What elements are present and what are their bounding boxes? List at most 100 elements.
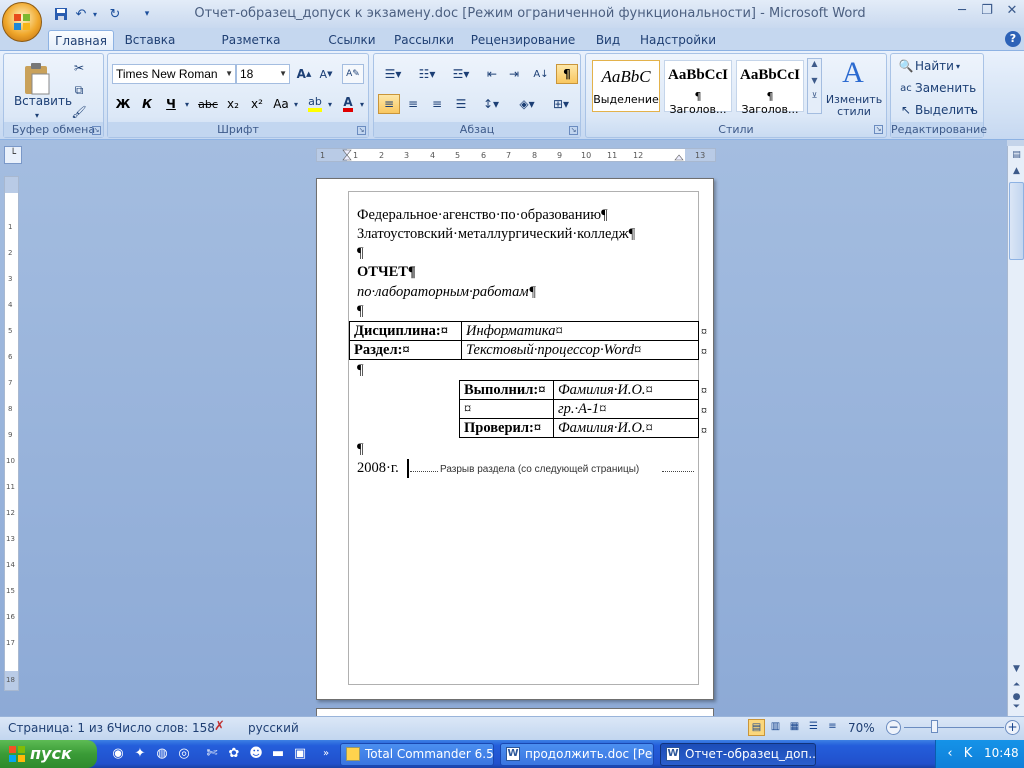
tab-references[interactable]: Ссылки — [325, 30, 379, 50]
bold-button[interactable]: Ж — [112, 94, 134, 114]
discipline-table[interactable]: Дисциплина:¤ Информатика¤ Раздел:¤ Текст… — [349, 321, 699, 360]
font-color-icon[interactable]: A — [338, 94, 358, 114]
table-cell[interactable]: Дисциплина:¤ — [349, 321, 462, 341]
signature-table[interactable]: Выполнил:¤ Фамилия·И.О.¤ ¤ гр.·А-1¤ Пров… — [459, 380, 699, 438]
taskbar-item-word-report[interactable]: Отчет-образец_доп... — [660, 743, 816, 766]
tab-insert[interactable]: Вставка — [120, 30, 180, 50]
replace-button[interactable]: Заменить — [915, 78, 976, 98]
scroll-down-icon[interactable]: ▼ — [808, 76, 821, 85]
find-icon[interactable]: 🔍 — [895, 56, 917, 76]
underline-button[interactable]: Ч — [160, 94, 182, 114]
style-heading-1[interactable]: AaBbCcI ¶ Заголов... — [664, 60, 732, 116]
quicklaunch-icon[interactable]: ✿ — [226, 746, 242, 762]
tab-addins[interactable]: Надстройки — [640, 30, 716, 50]
quicklaunch-more-icon[interactable]: » — [318, 746, 334, 762]
change-case-button[interactable]: Aa — [270, 94, 292, 114]
font-launcher-icon[interactable]: ↘ — [357, 126, 366, 135]
minimize-button[interactable]: ─ — [950, 2, 974, 20]
replace-icon[interactable]: ac — [895, 78, 917, 98]
scroll-up-arrow[interactable]: ▲ — [1010, 166, 1023, 180]
tab-mailings[interactable]: Рассылки — [392, 30, 456, 50]
quicklaunch-icon[interactable]: ◎ — [176, 746, 192, 762]
full-screen-reading-icon[interactable]: ▥ — [767, 719, 784, 736]
table-cell[interactable]: Текстовый·процессор·Word¤ — [461, 340, 699, 360]
align-right-icon[interactable]: ≡ — [426, 94, 448, 114]
restore-button[interactable]: ❐ — [975, 2, 999, 20]
copy-icon[interactable]: ⧉ — [70, 80, 88, 100]
decrease-indent-icon[interactable]: ⇤ — [482, 64, 502, 84]
zoom-in-icon[interactable]: + — [1005, 720, 1020, 735]
format-painter-icon[interactable]: 🖌 — [70, 102, 88, 122]
change-styles-icon[interactable]: A — [838, 56, 868, 89]
borders-icon[interactable]: ⊞▾ — [546, 94, 576, 114]
taskbar-item-total-commander[interactable]: Total Commander 6.5... — [340, 743, 494, 766]
select-dropdown-icon[interactable]: ▾ — [967, 100, 977, 120]
vertical-ruler[interactable]: 1 2 3 4 5 6 7 8 9 10 11 12 13 14 15 16 17 18 — [4, 176, 19, 691]
subscript-button[interactable]: x₂ — [222, 94, 244, 114]
change-styles-button[interactable]: Изменить стили — [824, 94, 884, 118]
change-case-dropdown-icon[interactable]: ▾ — [292, 94, 300, 114]
superscript-button[interactable]: x² — [246, 94, 268, 114]
sort-icon[interactable]: A↓ — [530, 64, 552, 84]
help-icon[interactable]: ? — [1005, 31, 1021, 47]
customize-qat-icon[interactable]: ▾ — [138, 5, 156, 23]
zoom-level[interactable]: 70% — [848, 721, 875, 735]
grow-font-icon[interactable]: A ▲ — [294, 64, 314, 84]
page-count-status[interactable]: Страница: 1 из 6 — [8, 721, 114, 735]
tab-home[interactable]: Главная — [48, 30, 114, 51]
table-cell[interactable]: Выполнил:¤ — [459, 380, 554, 400]
quicklaunch-icon[interactable]: ◉ — [110, 746, 126, 762]
zoom-slider-thumb[interactable] — [931, 720, 938, 733]
table-cell[interactable]: ¤ — [459, 399, 554, 419]
show-formatting-marks-icon[interactable]: ¶ — [556, 64, 578, 84]
highlight-dropdown-icon[interactable]: ▾ — [326, 94, 334, 114]
quicklaunch-icon[interactable]: ▬ — [270, 746, 286, 762]
horizontal-ruler[interactable]: 1 1 2 3 4 5 6 7 8 9 10 11 12 13 — [316, 148, 716, 162]
previous-page-icon[interactable]: ⏶ — [1010, 680, 1023, 692]
undo-dropdown-icon[interactable]: ▾ — [90, 5, 100, 23]
quicklaunch-icon[interactable]: ☻ — [248, 746, 264, 762]
paste-button[interactable]: Вставить — [10, 94, 76, 108]
numbering-icon[interactable]: ☷▾ — [412, 64, 442, 84]
shading-icon[interactable]: ◈▾ — [512, 94, 542, 114]
align-left-icon[interactable]: ≡ — [378, 94, 400, 114]
outline-icon[interactable]: ☰ — [805, 719, 822, 736]
web-layout-icon[interactable]: ▦ — [786, 719, 803, 736]
underline-dropdown-icon[interactable]: ▾ — [182, 94, 192, 114]
vertical-scrollbar[interactable]: ▤ ▲ ▼ ⏶ ● ⏷ — [1007, 146, 1024, 716]
table-cell[interactable]: Раздел:¤ — [349, 340, 462, 360]
clock[interactable]: 10:48 — [984, 746, 1019, 760]
align-center-icon[interactable]: ≡ — [402, 94, 424, 114]
tray-expand-icon[interactable]: ‹ — [942, 746, 958, 762]
zoom-out-icon[interactable]: − — [886, 720, 901, 735]
font-name-dropdown-icon[interactable]: ▼ — [225, 65, 233, 83]
font-size-combo[interactable]: 18 ▼ — [236, 64, 290, 84]
font-name-combo[interactable]: Times New Roman ▼ — [112, 64, 236, 84]
browse-object-icon[interactable]: ● — [1010, 692, 1023, 702]
strikethrough-button[interactable]: abc — [196, 94, 220, 114]
multilevel-list-icon[interactable]: ☲▾ — [446, 64, 476, 84]
font-size-dropdown-icon[interactable]: ▼ — [279, 65, 287, 83]
scroll-up-icon[interactable]: ▲ — [808, 59, 821, 68]
quicklaunch-icon[interactable]: ▣ — [292, 746, 308, 762]
close-button[interactable]: ✕ — [1000, 2, 1024, 20]
table-cell[interactable]: Фамилия·И.О.¤ — [553, 380, 699, 400]
style-heading-2[interactable]: AaBbCcI ¶ Заголов... — [736, 60, 804, 116]
shrink-font-icon[interactable]: A ▼ — [316, 64, 336, 84]
zoom-slider[interactable] — [904, 727, 1004, 728]
find-button[interactable]: Найти — [915, 56, 955, 76]
cut-icon[interactable]: ✂ — [70, 58, 88, 78]
italic-button[interactable]: К — [136, 94, 158, 114]
keyboard-layout-icon[interactable]: K — [960, 746, 976, 762]
redo-icon[interactable]: ↻ — [106, 5, 124, 23]
paragraph-launcher-icon[interactable]: ↘ — [569, 126, 578, 135]
highlight-icon[interactable]: ab — [304, 94, 326, 114]
quicklaunch-icon[interactable]: ✦ — [132, 746, 148, 762]
styles-launcher-icon[interactable]: ↘ — [874, 125, 883, 134]
select-icon[interactable]: ↖ — [895, 100, 917, 120]
print-layout-icon[interactable]: ▤ — [748, 719, 765, 736]
clear-formatting-icon[interactable]: A✎ — [342, 64, 364, 84]
bullets-icon[interactable]: ☰▾ — [378, 64, 408, 84]
tab-review[interactable]: Рецензирование — [470, 30, 576, 50]
quicklaunch-icon[interactable]: ✄ — [204, 746, 220, 762]
